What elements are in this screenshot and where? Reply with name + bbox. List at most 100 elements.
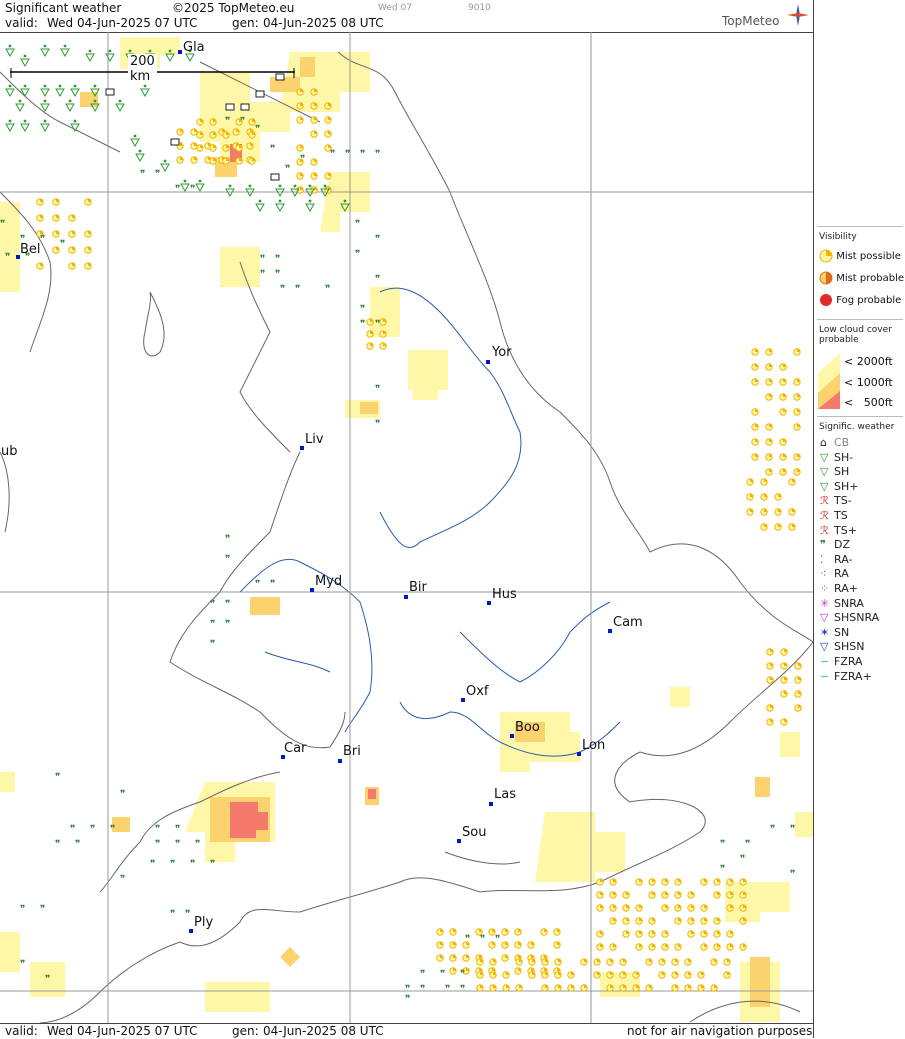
mist-symbol	[52, 230, 60, 238]
drizzle-symbol: ❞	[420, 984, 425, 995]
mist-possible-icon	[819, 249, 833, 263]
mist-symbol	[324, 116, 332, 124]
mist-symbol	[793, 348, 801, 356]
mist-symbol	[609, 917, 617, 925]
mist-symbol	[794, 690, 802, 698]
mist-symbol	[751, 408, 759, 416]
mist-symbol	[793, 393, 801, 401]
mist-probable-icon	[819, 271, 833, 285]
mist-symbol	[739, 943, 747, 951]
mist-symbol	[52, 246, 60, 254]
drizzle-symbol: ❞	[175, 824, 180, 835]
copyright: ©2025 TopMeteo.eu	[172, 1, 295, 15]
mist-symbol	[235, 144, 243, 152]
mist-symbol	[766, 718, 774, 726]
mist-symbol	[515, 958, 523, 966]
sigwx-symbol-icon: ∽	[820, 655, 830, 668]
shower-symbol	[225, 184, 235, 198]
mist-symbol	[661, 891, 669, 899]
cb-symbol	[255, 90, 265, 98]
shower-symbol	[115, 99, 125, 113]
shower-symbol	[5, 84, 15, 98]
mist-symbol	[622, 891, 630, 899]
mist-symbol	[190, 156, 198, 164]
weather-map[interactable]: ❞ ❞ ❞ ❞ ❞ ❞ ❞ ❞ ❞ ❞ ❞ ❞ ❞ ❞ ❞ ❞ ❞ ❞ ❞ ❞ ❞ ❞ ❞ ❞ ❞ ❞ ❞ ❞ ❞ ❞ ❞ ❞ ❞ ❞ ❞ ❞ ❞ ❞ ❞ ❞…	[0, 32, 813, 1023]
mist-symbol	[674, 917, 682, 925]
mist-symbol	[780, 662, 788, 670]
legend-sigwx-sn: ✶ SN	[820, 625, 850, 639]
drizzle-symbol: ❞	[300, 154, 305, 165]
legend-sigwx-shsn: ▽ SHSN	[820, 640, 865, 654]
mist-symbol	[310, 172, 318, 180]
drizzle-symbol: ❞	[45, 974, 50, 985]
drizzle-symbol: ❞	[445, 984, 450, 995]
mist-symbol	[739, 917, 747, 925]
drizzle-symbol: ❞	[360, 319, 365, 330]
mist-symbol	[700, 917, 708, 925]
mist-symbol	[766, 648, 774, 656]
mist-symbol	[310, 116, 318, 124]
mist-symbol	[449, 941, 457, 949]
mist-symbol	[379, 318, 387, 326]
mist-symbol	[596, 943, 604, 951]
mist-symbol	[514, 928, 522, 936]
mist-symbol	[726, 943, 734, 951]
drizzle-symbol: ❞	[90, 824, 95, 835]
sigwx-symbol-icon: ▽	[820, 611, 829, 625]
mist-symbol	[671, 971, 679, 979]
mist-symbol	[765, 453, 773, 461]
mist-symbol	[723, 958, 731, 966]
mist-symbol	[713, 930, 721, 938]
mist-symbol	[697, 984, 705, 992]
mist-symbol	[779, 408, 787, 416]
mist-symbol	[645, 984, 653, 992]
mist-symbol	[609, 943, 617, 951]
mist-symbol	[700, 930, 708, 938]
mist-symbol	[593, 971, 601, 979]
drizzle-symbol: ❞	[460, 969, 465, 980]
drizzle-symbol: ❞	[255, 579, 260, 590]
mist-symbol	[176, 128, 184, 136]
mist-symbol	[635, 904, 643, 912]
mist-symbol	[765, 393, 773, 401]
shower-symbol	[140, 84, 150, 98]
footer-bar: valid: Wed 04-Jun-2025 07 UTC gen: 04-Ju…	[0, 1023, 813, 1039]
mist-symbol	[765, 468, 773, 476]
weather-symbols: ❞ ❞ ❞ ❞ ❞ ❞ ❞ ❞ ❞ ❞ ❞ ❞ ❞ ❞ ❞ ❞ ❞ ❞ ❞ ❞ ❞ ❞ ❞ ❞ ❞ ❞ ❞ ❞ ❞ ❞ ❞ ❞ ❞ ❞ ❞ ❞ ❞ ❞ ❞ ❞…	[0, 44, 802, 1005]
mist-symbol	[296, 172, 304, 180]
legend-sigwx-sh-light: ▽ SH-	[820, 450, 854, 464]
mist-symbol	[553, 941, 561, 949]
shower-symbol	[135, 149, 145, 163]
shower-symbol	[40, 99, 50, 113]
cb-symbol	[240, 103, 250, 111]
drizzle-symbol: ❞	[345, 149, 350, 160]
drizzle-symbol: ❞	[0, 219, 5, 230]
mist-symbol	[541, 984, 549, 992]
mist-symbol	[635, 917, 643, 925]
mist-symbol	[687, 917, 695, 925]
legend-sigwx-dz: ❞ DZ	[820, 538, 851, 552]
mist-symbol	[501, 928, 509, 936]
mist-symbol	[541, 958, 549, 966]
mist-symbol	[726, 904, 734, 912]
drizzle-symbol: ❞	[375, 149, 380, 160]
mist-symbol	[196, 118, 204, 126]
mist-symbol	[567, 984, 575, 992]
mist-symbol	[779, 378, 787, 386]
drizzle-symbol: ❞	[480, 934, 485, 945]
drizzle-symbol: ❞	[260, 254, 265, 265]
drizzle-symbol: ❞	[405, 994, 410, 1005]
mist-symbol	[788, 478, 796, 486]
mist-symbol	[751, 438, 759, 446]
legend-lowcloud-500: < 500ft	[844, 396, 893, 409]
mist-symbol	[222, 131, 230, 139]
mist-symbol	[36, 198, 44, 206]
mist-symbol	[528, 958, 536, 966]
mist-symbol	[596, 891, 604, 899]
mist-symbol	[209, 144, 217, 152]
mist-symbol	[310, 102, 318, 110]
mist-symbol	[635, 878, 643, 886]
mist-symbol	[501, 954, 509, 962]
drizzle-symbol: ❞	[5, 252, 10, 263]
mist-symbol	[774, 493, 782, 501]
